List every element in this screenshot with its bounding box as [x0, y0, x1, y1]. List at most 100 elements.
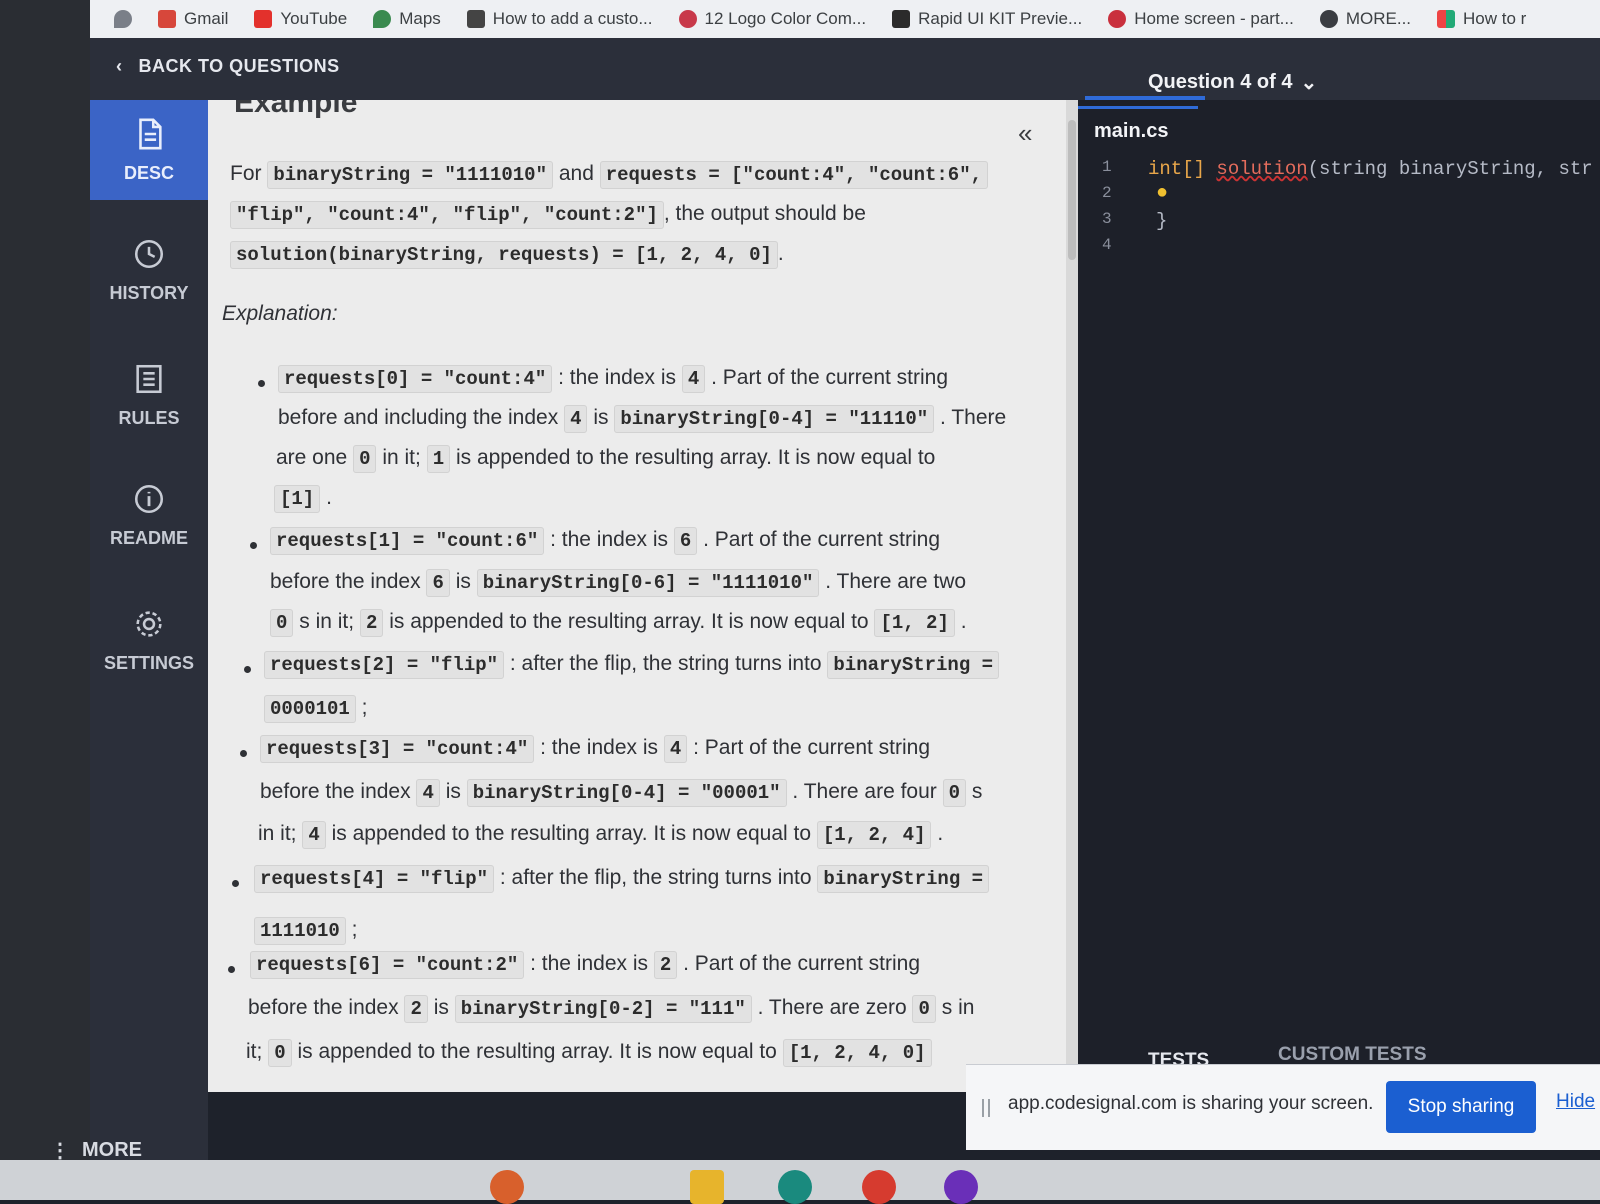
- inline-code: 6: [673, 527, 698, 555]
- question-selector-label: Question 4 of 4: [1148, 71, 1293, 93]
- inline-code: binaryString[0-4] = "11110": [614, 405, 935, 433]
- taskbar: [0, 1160, 1600, 1204]
- back-to-questions-link[interactable]: ‹ BACK TO QUESTIONS: [116, 56, 340, 77]
- intro-line-2: "flip", "count:4", "flip", "count:2"], t…: [230, 201, 866, 229]
- line-number: 1: [1102, 158, 1112, 176]
- laptop-bezel: [0, 0, 90, 1200]
- site-icon: [678, 10, 697, 28]
- bullet-marker: [240, 750, 247, 757]
- explanation-line: before the index 4 is binaryString[0-4] …: [260, 779, 983, 807]
- inline-code: 2: [359, 609, 384, 637]
- code-editor[interactable]: main.cs 1 2 3 4 int[] solution(string bi…: [1078, 100, 1600, 1060]
- bookmark-logo-color[interactable]: 12 Logo Color Com...: [678, 9, 867, 29]
- sidebar-item-label: HISTORY: [109, 282, 189, 303]
- bookmark-maps[interactable]: Maps: [373, 9, 441, 29]
- lightbulb-icon[interactable]: ●: [1156, 182, 1168, 205]
- inline-code: binaryString[0-6] = "1111010": [476, 569, 820, 597]
- sidebar-item-settings[interactable]: SETTINGS: [90, 590, 208, 690]
- app-icon[interactable]: [944, 1170, 978, 1204]
- inline-code: 4: [302, 821, 326, 849]
- app-icon[interactable]: [490, 1170, 524, 1204]
- explanation-label: Explanation:: [222, 302, 338, 325]
- description-scrollbar-thumb[interactable]: [1068, 120, 1076, 260]
- bookmark-youtube[interactable]: YouTube: [254, 9, 347, 29]
- inline-code: binaryString = "1111010": [267, 161, 553, 189]
- bookmark-item[interactable]: [114, 10, 132, 28]
- text: For: [230, 162, 262, 185]
- bullet-marker: [232, 880, 239, 887]
- text: s in: [941, 996, 975, 1019]
- gear-icon: [136, 610, 162, 637]
- inline-code: requests[6] = "count:2": [250, 951, 525, 979]
- collapse-panel-icon[interactable]: «: [1018, 118, 1032, 149]
- sidebar: DESC HISTORY RULES README SETTINGS: [90, 100, 208, 1160]
- folder-icon[interactable]: [690, 1170, 724, 1204]
- explanation-line: requests[0] = "count:4" : the index is 4…: [278, 365, 948, 393]
- inline-code: 2: [404, 995, 428, 1023]
- bookmark-label: Home screen - part...: [1134, 9, 1294, 28]
- text: are one: [276, 446, 348, 469]
- hide-link[interactable]: Hide: [1556, 1091, 1595, 1113]
- text: is appended to the resulting array. It i…: [455, 446, 936, 469]
- inline-code: 2: [653, 951, 678, 979]
- site-icon: [1108, 10, 1127, 28]
- top-navigation: ‹ BACK TO QUESTIONS Question 4 of 4 ⌄: [90, 38, 1600, 100]
- inline-code: 4: [416, 779, 440, 807]
- code-line-3[interactable]: }: [1156, 210, 1167, 232]
- stop-sharing-button[interactable]: Stop sharing: [1386, 1081, 1536, 1133]
- bookmark-label: Rapid UI KIT Previe...: [918, 9, 1083, 28]
- sidebar-item-label: DESC: [123, 162, 174, 183]
- bookmark-label: MORE...: [1345, 9, 1412, 28]
- bookmark-home-screen[interactable]: Home screen - part...: [1108, 9, 1294, 29]
- sidebar-item-label: RULES: [118, 407, 180, 428]
- sidebar-item-history[interactable]: HISTORY: [90, 220, 208, 320]
- bookmark-how-to[interactable]: How to r: [1437, 9, 1526, 29]
- description-panel: Example « For binaryString = "1111010" a…: [208, 100, 1078, 1092]
- intro-line-3: solution(binaryString, requests) = [1, 2…: [230, 241, 784, 269]
- text: : the index is: [550, 528, 668, 551]
- sidebar-item-readme[interactable]: README: [90, 465, 208, 565]
- bookmark-custom[interactable]: How to add a custo...: [466, 9, 653, 29]
- inline-code: binaryString[0-4] = "00001": [466, 779, 787, 807]
- explanation-line: [1] .: [274, 485, 332, 513]
- text: .: [777, 242, 784, 265]
- text: in it;: [258, 822, 297, 845]
- map-pin-icon: [114, 10, 132, 28]
- edge-icon[interactable]: [778, 1170, 812, 1204]
- file-tab[interactable]: main.cs: [1094, 120, 1168, 143]
- tab-custom-tests[interactable]: CUSTOM TESTS: [1278, 1044, 1427, 1066]
- code-line-1[interactable]: int[] solution(string binaryString, str: [1148, 158, 1593, 180]
- bullet-marker: [250, 542, 257, 549]
- sidebar-item-label: SETTINGS: [103, 652, 194, 673]
- text: in it;: [382, 446, 421, 469]
- bookmark-label: YouTube: [280, 9, 348, 28]
- explanation-line: in it; 4 is appended to the resulting ar…: [258, 821, 943, 849]
- question-selector[interactable]: Question 4 of 4 ⌄: [1148, 70, 1317, 95]
- bookmark-label: 12 Logo Color Com...: [704, 9, 867, 28]
- screen-share-bar: app.codesignal.com is sharing your scree…: [966, 1064, 1600, 1150]
- bookmark-more[interactable]: MORE...: [1319, 9, 1412, 29]
- text: ;: [351, 918, 358, 941]
- inline-code: 4: [681, 365, 706, 393]
- sidebar-item-desc[interactable]: DESC: [90, 100, 208, 200]
- drag-handle-icon[interactable]: [982, 1099, 990, 1117]
- explanation-line: 0000101 ;: [264, 695, 368, 723]
- sidebar-item-label: README: [109, 527, 188, 548]
- explanation-line: requests[3] = "count:4" : the index is 4…: [260, 735, 930, 763]
- text: . There are zero: [757, 996, 907, 1019]
- document-icon: [139, 118, 162, 149]
- line-number: 3: [1102, 210, 1112, 228]
- bookmark-gmail[interactable]: Gmail: [158, 9, 228, 29]
- text: : the index is: [558, 366, 676, 389]
- bookmark-rapid-ui[interactable]: Rapid UI KIT Previe...: [892, 9, 1082, 29]
- sidebar-item-rules[interactable]: RULES: [90, 345, 208, 445]
- explanation-line: before the index 2 is binaryString[0-2] …: [248, 995, 975, 1023]
- inline-code: [1, 2]: [874, 609, 955, 637]
- intro-line-1: For binaryString = "1111010" and request…: [230, 161, 988, 189]
- text: : the index is: [530, 952, 648, 975]
- chrome-icon[interactable]: [862, 1170, 896, 1204]
- text: . There are two: [825, 570, 967, 593]
- maps-icon: [373, 10, 392, 28]
- text: s: [971, 780, 983, 803]
- explanation-line: before the index 6 is binaryString[0-6] …: [270, 569, 967, 597]
